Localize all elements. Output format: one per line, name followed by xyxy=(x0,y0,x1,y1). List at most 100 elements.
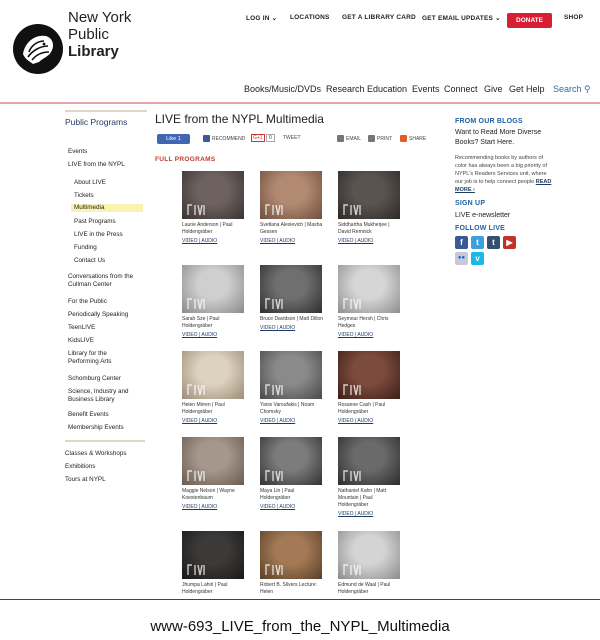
google-plus-button[interactable]: G+1 0 xyxy=(251,134,275,142)
sidebar-item-funding[interactable]: Funding xyxy=(74,244,97,252)
email-updates-link[interactable]: GET EMAIL UPDATES ⌄ xyxy=(422,14,501,22)
program-thumbnail[interactable] xyxy=(182,531,244,579)
nav-search[interactable]: Search ⚲ xyxy=(553,84,591,95)
right-column: FROM OUR BLOGS Want to Read More Diverse… xyxy=(455,118,555,265)
video-audio-links[interactable]: VIDEO | AUDIO xyxy=(338,332,402,339)
nav-books[interactable]: Books/Music/DVDs xyxy=(244,84,321,94)
tumblr-icon[interactable]: t xyxy=(487,236,500,249)
video-audio-links[interactable]: VIDEO | AUDIO xyxy=(338,511,402,518)
program-thumbnail[interactable] xyxy=(182,351,244,399)
blog-post-link[interactable]: Want to Read More Diverse Books? Start H… xyxy=(455,128,555,148)
program-thumbnail[interactable] xyxy=(338,351,400,399)
program-card: Robert B. Silvers Lecture: Helen xyxy=(260,531,324,596)
sidebar-item-events[interactable]: Events xyxy=(68,148,87,156)
program-thumbnail[interactable] xyxy=(338,531,400,579)
sidebar-item-cullman[interactable]: Conversations from the Cullman Center xyxy=(68,273,146,289)
twitter-icon[interactable]: t xyxy=(471,236,484,249)
program-thumbnail[interactable] xyxy=(182,171,244,219)
sidebar-item-benefit[interactable]: Benefit Events xyxy=(68,411,109,419)
nav-education[interactable]: Education xyxy=(367,84,407,94)
youtube-icon[interactable]: ▶ xyxy=(503,236,516,249)
sidebar-item-sibl[interactable]: Science, Industry and Business Library xyxy=(68,388,143,404)
program-card: Nathaniel Kahn | Matt Mountain | Paul Ho… xyxy=(338,437,402,518)
facebook-icon xyxy=(203,135,210,142)
sidebar-item-tours[interactable]: Tours at NYPL xyxy=(65,476,106,484)
sidebar-item-classes[interactable]: Classes & Workshops xyxy=(65,450,126,458)
newsletter-link[interactable]: LIVE e-newsletter xyxy=(455,211,555,221)
video-audio-links[interactable]: VIDEO | AUDIO xyxy=(260,238,324,245)
shop-link[interactable]: SHOP xyxy=(564,14,583,21)
sidebar-title[interactable]: Public Programs xyxy=(65,117,147,127)
recommend-button[interactable]: RECOMMEND xyxy=(203,135,245,142)
sidebar-item-about-live[interactable]: About LIVE xyxy=(74,179,106,187)
sidebar-item-public[interactable]: For the Public xyxy=(68,298,107,306)
sidebar-item-exhibitions[interactable]: Exhibitions xyxy=(65,463,95,471)
program-thumbnail[interactable] xyxy=(260,531,322,579)
program-thumbnail[interactable] xyxy=(260,437,322,485)
nav-get-help[interactable]: Get Help xyxy=(509,84,545,94)
sidebar-item-past-programs[interactable]: Past Programs xyxy=(74,218,116,226)
print-icon xyxy=(368,135,375,142)
video-audio-links[interactable]: VIDEO | AUDIO xyxy=(338,418,402,425)
sidebar-item-kidslive[interactable]: KidsLIVE xyxy=(68,337,94,345)
program-thumbnail[interactable] xyxy=(260,351,322,399)
program-card: Maggie Nelson | Wayne Koestenbaum VIDEO |… xyxy=(182,437,246,511)
share-icon xyxy=(400,135,407,142)
facebook-icon[interactable]: f xyxy=(455,236,468,249)
section-heading: FULL PROGRAMS xyxy=(155,156,216,163)
nypl-lion-logo-icon[interactable] xyxy=(13,24,63,74)
sidebar-item-tickets[interactable]: Tickets xyxy=(74,192,94,200)
video-audio-links[interactable]: VIDEO | AUDIO xyxy=(182,418,246,425)
video-audio-links[interactable]: VIDEO | AUDIO xyxy=(182,238,246,245)
flickr-icon[interactable]: ●● xyxy=(455,252,468,265)
live-logo-icon xyxy=(187,470,205,482)
sidebar-item-live[interactable]: LIVE from the NYPL xyxy=(68,161,125,169)
program-thumbnail[interactable] xyxy=(338,437,400,485)
program-card: Jhumpa Lahiri | Paul Holdengräber xyxy=(182,531,246,596)
tweet-button[interactable]: TWEET xyxy=(283,135,301,141)
live-logo-icon xyxy=(265,470,283,482)
program-card: Rosanne Cash | Paul Holdengräber VIDEO | … xyxy=(338,351,402,425)
vimeo-icon[interactable]: v xyxy=(471,252,484,265)
program-thumbnail[interactable] xyxy=(260,171,322,219)
print-button[interactable]: PRINT xyxy=(368,135,392,142)
video-audio-links[interactable]: VIDEO | AUDIO xyxy=(260,504,324,511)
facebook-like-button[interactable]: Like 1 xyxy=(157,134,190,144)
program-caption: Siddhartha Mukherjee | David Remnick xyxy=(338,222,390,235)
video-audio-links[interactable]: VIDEO | AUDIO xyxy=(182,332,246,339)
wordmark-line-3: Library xyxy=(68,43,119,60)
video-audio-links[interactable]: VIDEO | AUDIO xyxy=(182,504,246,511)
video-audio-links[interactable]: VIDEO | AUDIO xyxy=(260,325,324,332)
donate-button[interactable]: DONATE xyxy=(507,13,552,28)
email-button[interactable]: EMAIL xyxy=(337,135,361,142)
program-thumbnail[interactable] xyxy=(182,437,244,485)
program-thumbnail[interactable] xyxy=(338,171,400,219)
program-card: Svetlana Alexievich | Masha Gessen VIDEO … xyxy=(260,171,324,245)
nav-connect[interactable]: Connect xyxy=(444,84,478,94)
nav-events[interactable]: Events xyxy=(412,84,440,94)
program-thumbnail[interactable] xyxy=(260,265,322,313)
nav-give[interactable]: Give xyxy=(484,84,503,94)
program-caption: Laurie Anderson | Paul Holdengräber xyxy=(182,222,233,235)
sidebar-item-membership[interactable]: Membership Events xyxy=(68,424,124,432)
library-card-link[interactable]: GET A LIBRARY CARD xyxy=(342,14,416,21)
sidebar-item-schomburg[interactable]: Schomburg Center xyxy=(68,375,121,383)
signup-heading: SIGN UP xyxy=(455,200,486,207)
sidebar-item-multimedia[interactable]: Multimedia xyxy=(71,204,143,212)
program-caption: Sarah Sze | Paul Holdengräber xyxy=(182,316,220,329)
sidebar-item-live-press[interactable]: LIVE in the Press xyxy=(74,231,123,239)
live-logo-icon xyxy=(265,384,283,396)
sidebar-item-periodically[interactable]: Periodically Speaking xyxy=(68,311,128,319)
sidebar-item-contact[interactable]: Contact Us xyxy=(74,257,105,265)
nav-research[interactable]: Research xyxy=(326,84,365,94)
program-thumbnail[interactable] xyxy=(338,265,400,313)
video-audio-links[interactable]: VIDEO | AUDIO xyxy=(260,418,324,425)
video-audio-links[interactable]: VIDEO | AUDIO xyxy=(338,238,402,245)
sidebar-item-lpa[interactable]: Library for the Performing Arts xyxy=(68,350,128,366)
login-link[interactable]: LOG IN ⌄ xyxy=(246,14,277,22)
program-thumbnail[interactable] xyxy=(182,265,244,313)
share-button[interactable]: SHARE xyxy=(400,135,426,142)
sidebar-item-teenlive[interactable]: TeenLIVE xyxy=(68,324,95,332)
locations-link[interactable]: LOCATIONS xyxy=(290,14,330,21)
program-card: Bruce Davidson | Matt Dillon VIDEO | AUDI… xyxy=(260,265,324,332)
